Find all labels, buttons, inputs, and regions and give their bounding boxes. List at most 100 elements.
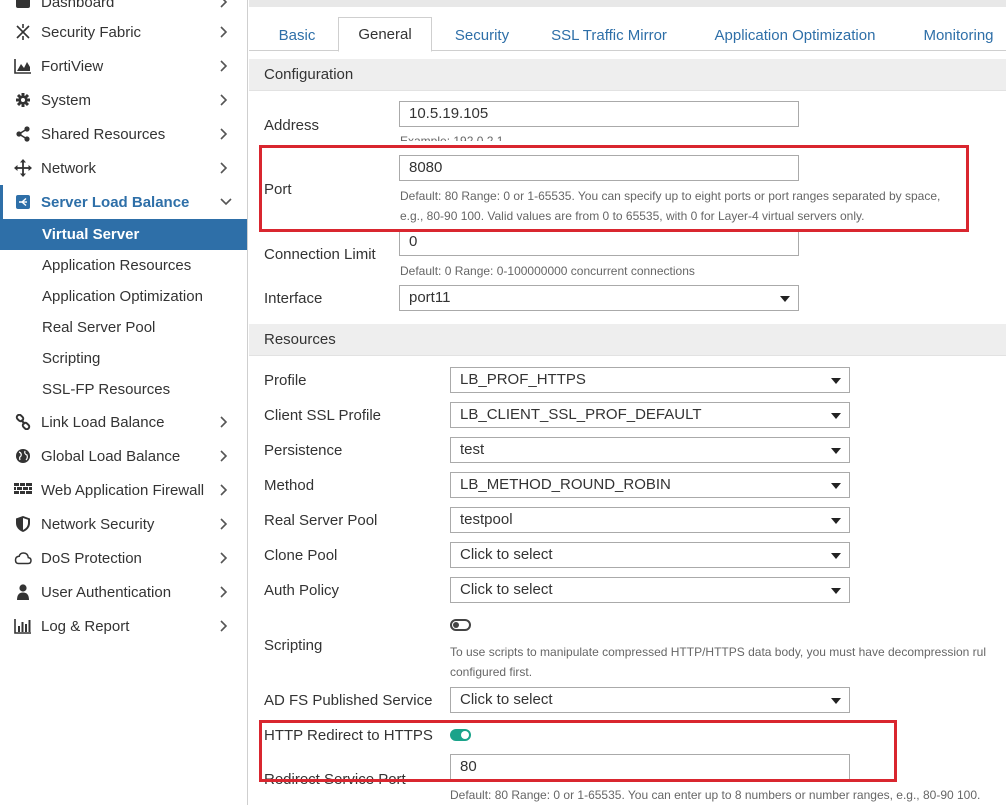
dropdown-caret-icon [831, 588, 841, 594]
address-label: Address [264, 117, 320, 134]
real-server-pool-select[interactable]: testpool [450, 507, 850, 533]
clone-pool-value: Click to select [460, 546, 553, 563]
toggle-knob [453, 622, 459, 628]
adfs-select[interactable]: Click to select [450, 687, 850, 713]
real-server-pool-label: Real Server Pool [264, 512, 378, 529]
cloud-icon [14, 549, 32, 567]
profile-select[interactable]: LB_PROF_HTTPS [450, 367, 850, 393]
persistence-label: Persistence [264, 442, 343, 459]
chevron-right-icon [220, 128, 228, 140]
persistence-select[interactable]: test [450, 437, 850, 463]
adfs-value: Click to select [460, 691, 553, 708]
client-ssl-profile-label: Client SSL Profile [264, 407, 381, 424]
bar-chart-icon [14, 617, 32, 635]
auth-policy-value: Click to select [460, 581, 553, 598]
port-label: Port [264, 181, 292, 198]
interface-select[interactable]: port11 [399, 285, 799, 311]
sidebar: Dashboard Security Fabric FortiView Syst… [0, 0, 248, 805]
resources-section-header: Resources [249, 324, 1006, 356]
persistence-value: test [460, 441, 485, 458]
tab-basic[interactable]: Basic [259, 18, 335, 52]
sidebar-item-global-load-balance[interactable]: Global Load Balance [0, 439, 247, 473]
chevron-down-icon [220, 198, 232, 206]
chevron-right-icon [220, 518, 228, 530]
sidebar-item-shared-resources[interactable]: Shared Resources [0, 117, 247, 151]
sidebar-item-dos-protection[interactable]: DoS Protection [0, 541, 247, 575]
redirect-port-label: Redirect Service Port [264, 771, 406, 788]
sidebar-subitem-label: Scripting [42, 350, 101, 367]
http-redirect-label: HTTP Redirect to HTTPS [264, 727, 433, 744]
scripting-hint: To use scripts to manipulate compressed … [450, 642, 1006, 682]
connection-limit-input[interactable]: 0 [399, 230, 799, 256]
redirect-port-input[interactable]: 80 [450, 754, 850, 780]
chevron-right-icon [220, 26, 228, 38]
tab-monitoring[interactable]: Monitoring [911, 18, 1006, 52]
auth-policy-label: Auth Policy [264, 582, 340, 599]
tab-security[interactable]: Security [439, 18, 525, 52]
dropdown-caret-icon [831, 378, 841, 384]
http-redirect-toggle[interactable] [450, 729, 471, 741]
client-ssl-profile-select[interactable]: LB_CLIENT_SSL_PROF_DEFAULT [450, 402, 850, 428]
auth-policy-select[interactable]: Click to select [450, 577, 850, 603]
sidebar-item-fortiview[interactable]: FortiView [0, 49, 247, 83]
sidebar-item-label: Network Security [41, 515, 155, 533]
sidebar-subitem-ssl-fp-resources[interactable]: SSL-FP Resources [0, 374, 247, 405]
method-value: LB_METHOD_ROUND_ROBIN [460, 476, 671, 493]
sidebar-item-link-load-balance[interactable]: Link Load Balance [0, 405, 247, 439]
area-chart-icon [14, 57, 32, 75]
method-label: Method [264, 477, 315, 494]
tab-application-optimization[interactable]: Application Optimization [699, 18, 891, 52]
tab-bar: Basic General Security SSL Traffic Mirro… [249, 7, 1006, 52]
sidebar-subitem-application-resources[interactable]: Application Resources [0, 250, 247, 281]
sidebar-item-label: DoS Protection [41, 549, 142, 567]
sidebar-item-label: Server Load Balance [41, 193, 190, 211]
chevron-right-icon [220, 552, 228, 564]
sidebar-item-server-load-balance[interactable]: Server Load Balance [0, 185, 247, 219]
sidebar-item-system[interactable]: System [0, 83, 247, 117]
clone-pool-select[interactable]: Click to select [450, 542, 850, 568]
sidebar-item-security-fabric[interactable]: Security Fabric [0, 15, 247, 49]
interface-value: port11 [409, 289, 451, 306]
sidebar-item-web-application-firewall[interactable]: Web Application Firewall [0, 473, 247, 507]
connection-limit-label: Connection Limit [264, 246, 376, 263]
sidebar-item-label: Link Load Balance [41, 413, 165, 431]
method-select[interactable]: LB_METHOD_ROUND_ROBIN [450, 472, 850, 498]
scripting-toggle[interactable] [450, 619, 471, 631]
address-input[interactable]: 10.5.19.105 [399, 101, 799, 127]
dropdown-caret-icon [831, 483, 841, 489]
adfs-label: AD FS Published Service [264, 692, 433, 709]
sidebar-subitem-label: Real Server Pool [42, 319, 156, 336]
top-strip [249, 0, 1006, 7]
sidebar-subitem-scripting[interactable]: Scripting [0, 343, 247, 374]
port-input[interactable]: 8080 [399, 155, 799, 181]
client-ssl-profile-value: LB_CLIENT_SSL_PROF_DEFAULT [460, 406, 702, 423]
firewall-icon [14, 481, 32, 499]
clone-pool-label: Clone Pool [264, 547, 338, 564]
profile-label: Profile [264, 372, 307, 389]
sidebar-item-user-authentication[interactable]: User Authentication [0, 575, 247, 609]
sidebar-subitem-application-optimization[interactable]: Application Optimization [0, 281, 247, 312]
gear-icon [14, 91, 32, 109]
tab-general[interactable]: General [338, 17, 432, 52]
profile-value: LB_PROF_HTTPS [460, 371, 586, 388]
sidebar-subitem-label: Application Optimization [42, 288, 203, 305]
sidebar-subitem-label: Application Resources [42, 257, 192, 274]
sidebar-item-label: User Authentication [41, 583, 172, 601]
chevron-right-icon [220, 94, 228, 106]
scripting-label: Scripting [264, 637, 323, 654]
sidebar-subitem-real-server-pool[interactable]: Real Server Pool [0, 312, 247, 343]
load-balance-icon [14, 193, 32, 211]
sidebar-item-network[interactable]: Network [0, 151, 247, 185]
port-hint: Default: 80 Range: 0 or 1-65535. You can… [400, 186, 940, 226]
sidebar-item-label: Network [41, 159, 97, 177]
section-title: Configuration [264, 66, 354, 83]
scripting-hint-line: configured first. [450, 665, 533, 679]
sidebar-subitem-virtual-server[interactable]: Virtual Server [0, 219, 247, 250]
chevron-right-icon [220, 620, 228, 632]
sidebar-item-label: Global Load Balance [41, 447, 181, 465]
tab-ssl-traffic-mirror[interactable]: SSL Traffic Mirror [539, 18, 679, 52]
configuration-section-header: Configuration [249, 59, 1006, 91]
sidebar-item-network-security[interactable]: Network Security [0, 507, 247, 541]
shield-icon [14, 515, 32, 533]
sidebar-item-log-report[interactable]: Log & Report [0, 609, 247, 643]
